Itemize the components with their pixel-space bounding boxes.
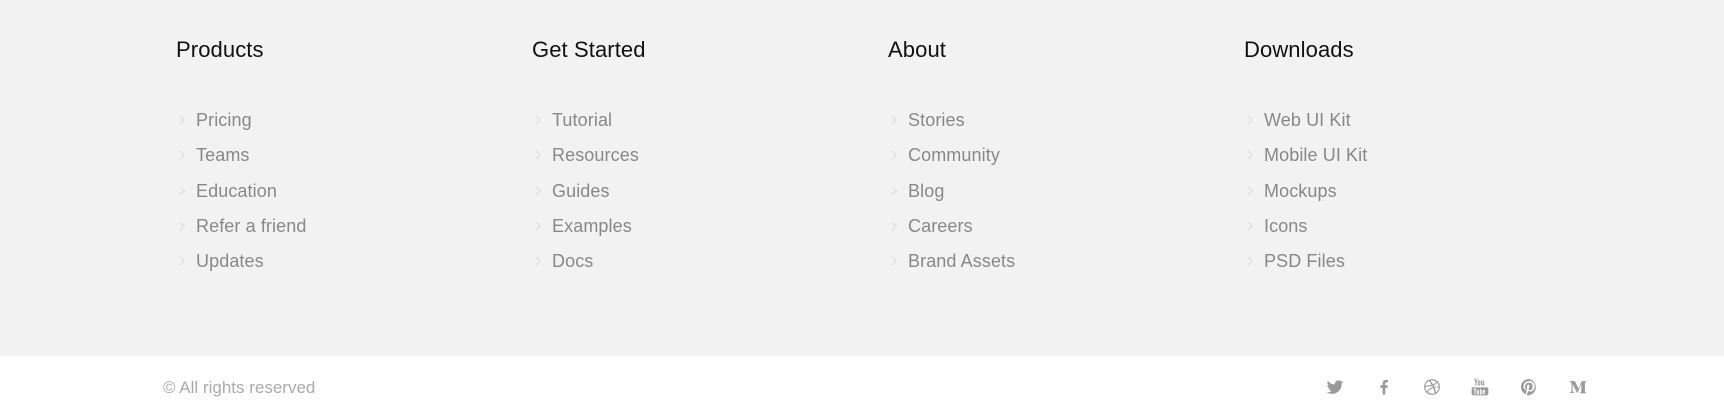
link-list: Tutorial Resources Guides Examples Docs [532, 110, 872, 294]
footer-link-blog[interactable]: Blog [908, 179, 944, 203]
footer-link-brand-assets[interactable]: Brand Assets [908, 249, 1015, 273]
chevron-right-icon [891, 186, 897, 196]
chevron-right-icon [179, 150, 185, 160]
twitter-icon[interactable] [1324, 376, 1346, 398]
facebook-icon[interactable] [1373, 376, 1395, 398]
chevron-right-icon [1247, 221, 1253, 231]
chevron-right-icon [179, 256, 185, 266]
list-item: Brand Assets [888, 251, 1228, 294]
footer-link-examples[interactable]: Examples [552, 214, 632, 238]
chevron-right-icon [535, 150, 541, 160]
footer-link-guides[interactable]: Guides [552, 179, 610, 203]
chevron-right-icon [891, 115, 897, 125]
footer-link-web-ui-kit[interactable]: Web UI Kit [1264, 108, 1351, 132]
youtube-icon[interactable] [1469, 376, 1491, 398]
footer-link-resources[interactable]: Resources [552, 143, 639, 167]
column-title: Downloads [1244, 37, 1354, 62]
list-item: PSD Files [1244, 251, 1584, 294]
chevron-right-icon [179, 115, 185, 125]
footer-link-updates[interactable]: Updates [196, 249, 264, 273]
chevron-right-icon [535, 115, 541, 125]
footer-link-education[interactable]: Education [196, 179, 277, 203]
chevron-right-icon [179, 186, 185, 196]
footer-link-mockups[interactable]: Mockups [1264, 179, 1337, 203]
medium-icon[interactable] [1567, 376, 1589, 398]
column-title: About [888, 37, 946, 62]
footer-link-refer-a-friend[interactable]: Refer a friend [196, 214, 306, 238]
footer-column-about: About Stories Community Blog Careers Bra… [888, 34, 1228, 294]
link-list: Stories Community Blog Careers Brand Ass… [888, 110, 1228, 294]
footer-column-downloads: Downloads Web UI Kit Mobile UI Kit Mocku… [1244, 34, 1584, 294]
footer-bottom-bar: © All rights reserved [0, 356, 1724, 416]
chevron-right-icon [891, 256, 897, 266]
footer-link-careers[interactable]: Careers [908, 214, 973, 238]
footer-column-get-started: Get Started Tutorial Resources Guides Ex… [532, 34, 872, 294]
footer-links-section: Products Pricing Teams Education Refer a… [0, 0, 1724, 356]
chevron-right-icon [1247, 256, 1253, 266]
chevron-right-icon [1247, 115, 1253, 125]
chevron-right-icon [535, 256, 541, 266]
footer-link-mobile-ui-kit[interactable]: Mobile UI Kit [1264, 143, 1367, 167]
pinterest-icon[interactable] [1518, 376, 1540, 398]
footer-link-tutorial[interactable]: Tutorial [552, 108, 612, 132]
chevron-right-icon [891, 221, 897, 231]
chevron-right-icon [179, 221, 185, 231]
footer-link-psd-files[interactable]: PSD Files [1264, 249, 1345, 273]
chevron-right-icon [891, 150, 897, 160]
link-list: Web UI Kit Mobile UI Kit Mockups Icons P… [1244, 110, 1584, 294]
chevron-right-icon [535, 221, 541, 231]
list-item: Updates [176, 251, 516, 294]
dribbble-icon[interactable] [1421, 376, 1443, 398]
footer-link-icons[interactable]: Icons [1264, 214, 1308, 238]
footer-link-stories[interactable]: Stories [908, 108, 965, 132]
column-title: Get Started [532, 37, 646, 62]
footer-column-products: Products Pricing Teams Education Refer a… [176, 34, 516, 294]
footer-link-teams[interactable]: Teams [196, 143, 250, 167]
chevron-right-icon [1247, 150, 1253, 160]
chevron-right-icon [1247, 186, 1253, 196]
footer-link-pricing[interactable]: Pricing [196, 108, 252, 132]
column-title: Products [176, 37, 264, 62]
footer-link-community[interactable]: Community [908, 143, 1000, 167]
list-item: Docs [532, 251, 872, 294]
footer-link-docs[interactable]: Docs [552, 249, 593, 273]
link-list: Pricing Teams Education Refer a friend U… [176, 110, 516, 294]
chevron-right-icon [535, 186, 541, 196]
copyright-text: © All rights reserved [163, 378, 316, 397]
